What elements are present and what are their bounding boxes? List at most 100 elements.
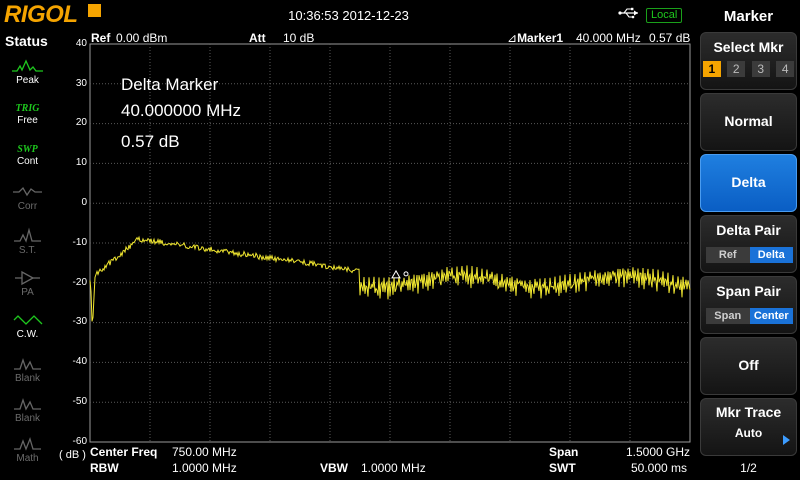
swt-label: SWT xyxy=(549,461,576,475)
delta-pair-delta[interactable]: Delta xyxy=(750,247,794,263)
submenu-arrow-icon xyxy=(783,435,790,445)
marker-number-2[interactable]: 2 xyxy=(727,61,745,77)
span-pair-center[interactable]: Center xyxy=(750,308,794,324)
marker-readout-freq: 40.000 MHz xyxy=(576,31,641,45)
span-pair-toggle[interactable]: Span Center xyxy=(706,308,793,324)
center-freq-label: Center Freq xyxy=(90,445,157,459)
menu-title: Marker xyxy=(697,8,800,25)
marker-number-selector[interactable]: 1 2 3 4 xyxy=(701,60,796,78)
peak-icon xyxy=(9,57,46,75)
delta-marker-level: 0.57 dB xyxy=(121,132,180,152)
delta-marker-freq: 40.000000 MHz xyxy=(121,101,241,121)
status-pa-label: PA xyxy=(9,287,46,298)
status-blank-2-label: Blank xyxy=(9,413,46,424)
mkr-trace-value: Auto xyxy=(701,426,796,440)
math-icon xyxy=(9,435,46,453)
marker-readout-label: ⊿Marker1 xyxy=(507,31,563,45)
center-freq-value: 750.00 MHz xyxy=(172,445,237,459)
status-pa: PA xyxy=(9,269,46,311)
status-math-label: Math xyxy=(9,453,46,464)
softkey-menu: Marker Select Mkr 1 2 3 4 Normal Delta D… xyxy=(697,0,800,480)
span-value: 1.5000 GHz xyxy=(626,445,690,459)
y-tick-label: 40 xyxy=(63,38,87,49)
usb-icon xyxy=(618,6,640,20)
pa-icon xyxy=(9,269,46,287)
y-tick-label: -60 xyxy=(63,436,87,447)
y-tick-label: -30 xyxy=(63,316,87,327)
rbw-label: RBW xyxy=(90,461,119,475)
delta-marker-title: Delta Marker xyxy=(121,75,218,95)
status-math: Math xyxy=(9,435,46,477)
delta-pair-label: Delta Pair xyxy=(701,222,796,238)
status-st: S.T. xyxy=(9,227,46,269)
status-cw: C.W. xyxy=(9,311,46,353)
status-peak-label: Peak xyxy=(9,75,46,86)
y-tick-label: 10 xyxy=(63,157,87,168)
ref-value: 0.00 dBm xyxy=(116,31,167,45)
status-sweep: SWP Cont xyxy=(9,144,46,186)
y-tick-label: -10 xyxy=(63,237,87,248)
status-sweep-label: Cont xyxy=(9,156,46,167)
marker-number-4[interactable]: 4 xyxy=(776,61,794,77)
span-pair-button[interactable]: Span Pair Span Center xyxy=(700,276,797,334)
y-tick-label: 0 xyxy=(63,197,87,208)
status-blank-2: Blank xyxy=(9,395,46,437)
vbw-value: 1.0000 MHz xyxy=(361,461,426,475)
blank-icon xyxy=(9,355,46,373)
cw-icon xyxy=(9,311,46,329)
datetime-display: 10:36:53 2012-12-23 xyxy=(0,8,697,23)
status-peak: Peak xyxy=(9,57,46,99)
status-blank-1: Blank xyxy=(9,355,46,397)
select-mkr-button[interactable]: Select Mkr 1 2 3 4 xyxy=(700,32,797,90)
y-tick-label: -20 xyxy=(63,277,87,288)
status-cw-label: C.W. xyxy=(9,329,46,340)
y-tick-label: -50 xyxy=(63,396,87,407)
st-icon xyxy=(9,227,46,245)
select-mkr-label: Select Mkr xyxy=(701,39,796,55)
y-tick-label: 20 xyxy=(63,117,87,128)
blank-icon xyxy=(9,395,46,413)
span-pair-span[interactable]: Span xyxy=(706,308,750,324)
status-trig-label: Free xyxy=(9,115,46,126)
marker-readout-level: 0.57 dB xyxy=(649,31,690,45)
delta-label: Delta xyxy=(701,174,796,190)
delta-pair-toggle[interactable]: Ref Delta xyxy=(706,247,793,263)
rbw-value: 1.0000 MHz xyxy=(172,461,237,475)
span-label: Span xyxy=(549,445,578,459)
span-pair-label: Span Pair xyxy=(701,283,796,299)
normal-button[interactable]: Normal xyxy=(700,93,797,151)
spectrum-grid[interactable] xyxy=(53,31,697,480)
delta-pair-button[interactable]: Delta Pair Ref Delta xyxy=(700,215,797,273)
att-label: Att xyxy=(249,31,266,45)
status-trig: TRIG Free xyxy=(9,103,46,145)
remote-status-badge: Local xyxy=(646,8,682,23)
status-sweep-word: SWP xyxy=(9,144,46,156)
att-value: 10 dB xyxy=(283,31,314,45)
marker-number-1[interactable]: 1 xyxy=(703,61,721,77)
status-st-label: S.T. xyxy=(9,245,46,256)
y-tick-label: 30 xyxy=(63,78,87,89)
marker-number-3[interactable]: 3 xyxy=(752,61,770,77)
ref-label: Ref xyxy=(91,31,110,45)
status-trig-word: TRIG xyxy=(9,103,46,115)
off-button[interactable]: Off xyxy=(700,337,797,395)
mkr-trace-button[interactable]: Mkr Trace Auto xyxy=(700,398,797,456)
normal-label: Normal xyxy=(701,113,796,129)
delta-button[interactable]: Delta xyxy=(700,154,797,212)
status-panel: Status Peak TRIG Free SWP Cont Corr S.T.… xyxy=(0,31,53,480)
top-status-bar: RIGOL 10:36:53 2012-12-23 Local xyxy=(0,0,697,31)
menu-page-indicator[interactable]: 1/2 xyxy=(697,461,800,475)
y-tick-label: -40 xyxy=(63,356,87,367)
status-corr-label: Corr xyxy=(9,201,46,212)
mkr-trace-label: Mkr Trace xyxy=(701,404,796,420)
spectrum-display[interactable]: Ref 0.00 dBm Att 10 dB ⊿Marker1 40.000 M… xyxy=(53,31,697,480)
y-unit-label: ( dB ) xyxy=(59,449,86,461)
off-label: Off xyxy=(701,357,796,373)
status-blank-1-label: Blank xyxy=(9,373,46,384)
status-corr: Corr xyxy=(9,183,46,225)
swt-value: 50.000 ms xyxy=(631,461,687,475)
corr-icon xyxy=(9,183,46,201)
delta-pair-ref[interactable]: Ref xyxy=(706,247,750,263)
status-title: Status xyxy=(5,33,48,49)
vbw-label: VBW xyxy=(320,461,348,475)
